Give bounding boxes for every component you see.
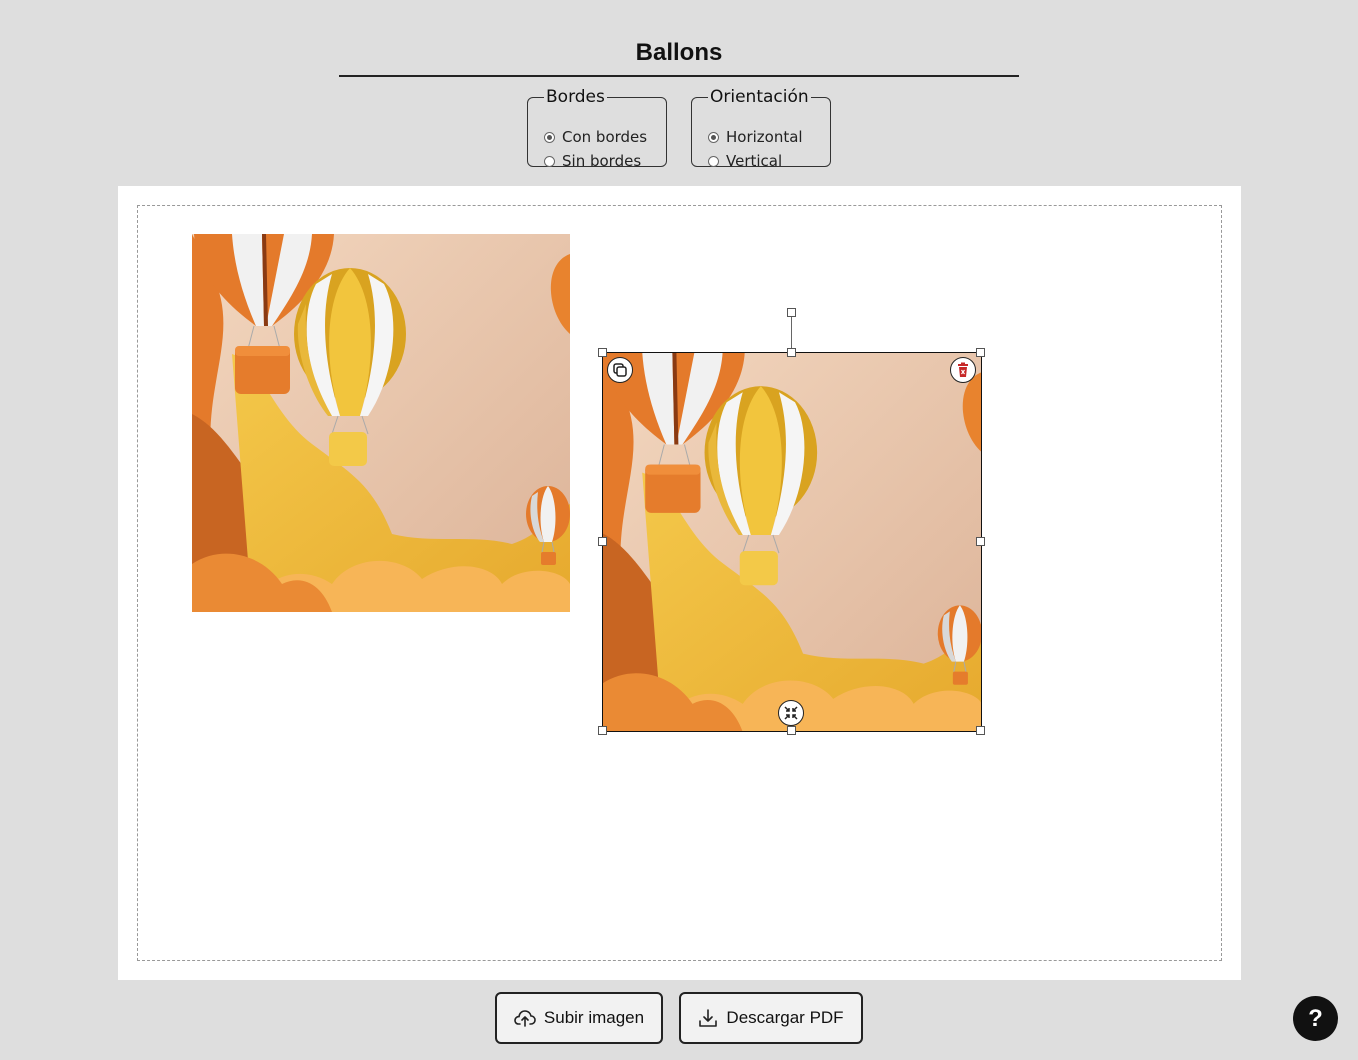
resize-handle-top[interactable]	[787, 348, 796, 357]
resize-handle-top-right[interactable]	[976, 348, 985, 357]
balloons-image-1[interactable]	[192, 234, 570, 612]
radio-vertical[interactable]: Vertical	[708, 151, 782, 171]
radio-label: Sin bordes	[562, 152, 642, 170]
upload-image-button[interactable]: Subir imagen	[495, 992, 663, 1044]
radio-label: Horizontal	[726, 128, 803, 146]
resize-handle-bottom-left[interactable]	[598, 726, 607, 735]
duplicate-icon	[613, 363, 627, 377]
borders-option-group: Bordes Con bordes Sin bordes	[527, 87, 667, 170]
page-title: Ballons	[635, 39, 723, 66]
download-pdf-label: Descargar PDF	[726, 1008, 844, 1027]
download-pdf-button[interactable]: Descargar PDF	[679, 992, 863, 1044]
delete-icon	[958, 362, 968, 377]
resize-handle-right[interactable]	[976, 537, 985, 546]
radio-label: Con bordes	[562, 128, 648, 146]
rotate-handle[interactable]	[787, 308, 796, 317]
radio-label: Vertical	[726, 152, 783, 170]
page-canvas[interactable]	[118, 186, 1241, 980]
resize-handle-top-left[interactable]	[598, 348, 607, 357]
orientation-option-group: Orientación Horizontal Vertical	[691, 87, 831, 170]
delete-button[interactable]	[950, 357, 976, 383]
resize-handle-bottom[interactable]	[787, 726, 796, 735]
radio-control[interactable]	[544, 155, 555, 167]
title-divider	[339, 75, 1019, 77]
duplicate-button[interactable]	[607, 357, 633, 383]
radio-con-bordes[interactable]: Con bordes	[544, 127, 647, 147]
resize-handle-bottom-right[interactable]	[976, 726, 985, 735]
radio-sin-bordes[interactable]: Sin bordes	[544, 151, 641, 171]
help-button[interactable]: ?	[1293, 996, 1338, 1041]
download-icon	[699, 1009, 718, 1027]
balloons-image-2[interactable]	[602, 352, 982, 732]
resize-handle-left[interactable]	[598, 537, 607, 546]
radio-control[interactable]	[708, 155, 719, 167]
radio-control[interactable]	[708, 131, 719, 143]
cloud-upload-icon	[514, 1010, 536, 1027]
radio-horizontal[interactable]: Horizontal	[708, 127, 803, 147]
upload-image-label: Subir imagen	[543, 1008, 645, 1027]
compress-icon	[784, 706, 798, 720]
rotate-handle-line	[791, 313, 792, 352]
compress-button[interactable]	[778, 700, 804, 726]
orientation-legend: Orientación	[710, 87, 809, 107]
radio-control[interactable]	[544, 131, 555, 143]
borders-legend: Bordes	[546, 87, 605, 107]
